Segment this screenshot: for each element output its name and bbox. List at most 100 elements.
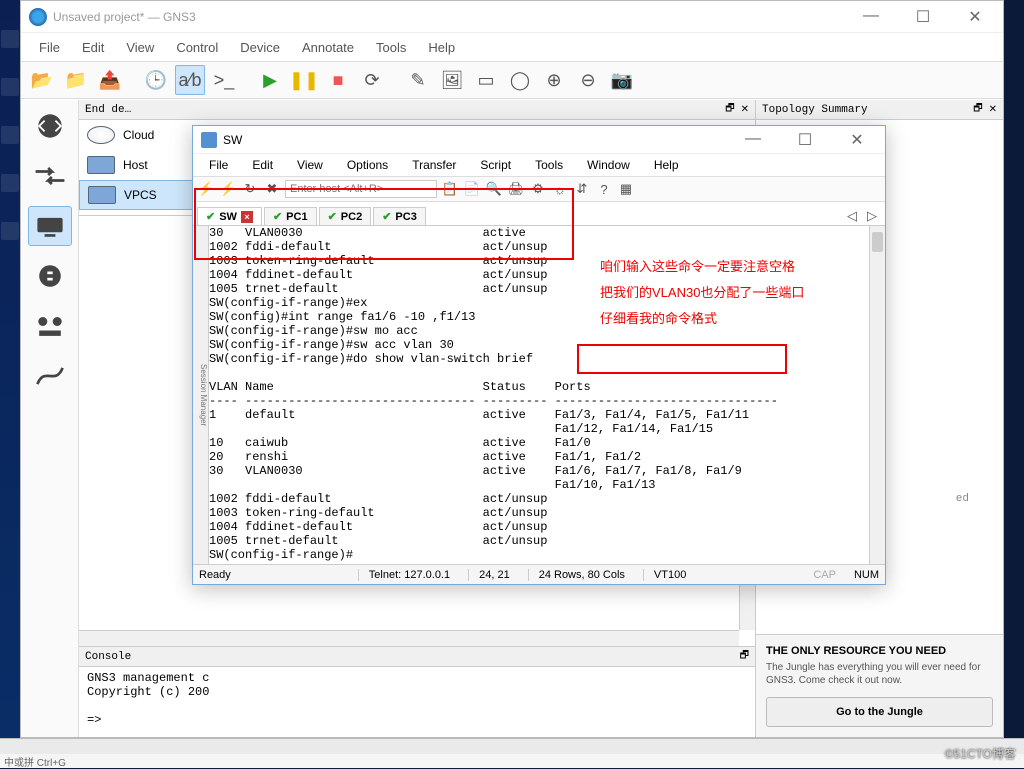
minimize-button[interactable]: —	[733, 130, 773, 150]
menu-annotate[interactable]: Annotate	[292, 36, 364, 59]
crt-menu-tools[interactable]: Tools	[525, 154, 573, 176]
all-devices-category-icon[interactable]	[28, 306, 72, 346]
menu-control[interactable]: Control	[166, 36, 228, 59]
ellipse-icon[interactable]: ◯	[505, 65, 535, 95]
console-title: Console	[85, 651, 131, 663]
devices-panel-title: End de…	[85, 104, 131, 116]
desktop-icon[interactable]	[1, 174, 19, 192]
terminal-vscrollbar[interactable]	[869, 226, 885, 564]
show-names-icon[interactable]: a⁄b	[175, 65, 205, 95]
topology-summary-title: Topology Summary	[762, 104, 868, 116]
close-button[interactable]: ✕	[955, 7, 995, 27]
maximize-button[interactable]: ☐	[903, 7, 943, 27]
pause-all-icon[interactable]: ❚❚	[289, 65, 319, 95]
device-category-dock	[21, 100, 79, 737]
menu-tools[interactable]: Tools	[366, 36, 416, 59]
connect-icon[interactable]: ⚡	[197, 180, 215, 198]
end-devices-category-icon[interactable]	[28, 206, 72, 246]
desktop-icon[interactable]	[1, 30, 19, 48]
maximize-button[interactable]: ☐	[785, 130, 825, 150]
tab-nav-left-icon[interactable]: ◁	[843, 207, 861, 225]
tab-close-icon[interactable]: ×	[241, 211, 253, 223]
reload-icon[interactable]: ⟳	[357, 65, 387, 95]
rect-icon[interactable]: ▭	[471, 65, 501, 95]
console-icon[interactable]: >_	[209, 65, 239, 95]
panel-undock-icon[interactable]: 🗗	[725, 101, 734, 118]
topology-summary-header[interactable]: Topology Summary 🗗 ✕	[756, 100, 1003, 120]
options-icon[interactable]: ☼	[551, 180, 569, 198]
new-project-icon[interactable]: 📁	[61, 65, 91, 95]
quick-connect-icon[interactable]: ⚡	[219, 180, 237, 198]
open-folder-icon[interactable]: 📂	[27, 65, 57, 95]
menu-view[interactable]: View	[116, 36, 164, 59]
menu-help[interactable]: Help	[418, 36, 465, 59]
help-icon[interactable]: ?	[595, 180, 613, 198]
panel-close-icon[interactable]: ✕	[741, 104, 749, 116]
snapshot-icon[interactable]: 🕒	[141, 65, 171, 95]
scrollbar-thumb[interactable]	[872, 232, 883, 252]
disconnect-icon[interactable]: ✖	[263, 180, 281, 198]
crt-titlebar[interactable]: SW — ☐ ✕	[193, 126, 885, 154]
link-tool-icon[interactable]	[28, 356, 72, 396]
canvas-hscrollbar[interactable]	[79, 630, 739, 646]
menu-edit[interactable]: Edit	[72, 36, 114, 59]
zoom-in-icon[interactable]: ⊕	[539, 65, 569, 95]
screenshot-icon[interactable]: 📷	[607, 65, 637, 95]
tab-nav-right-icon[interactable]: ▷	[863, 207, 881, 225]
zoom-out-icon[interactable]: ⊖	[573, 65, 603, 95]
crt-tabbar: ✔SW× ✔PC1 ✔PC2 ✔PC3 ◁ ▷	[193, 202, 885, 226]
start-all-icon[interactable]: ▶	[255, 65, 285, 95]
panel-undock-icon[interactable]: 🗗	[740, 648, 749, 665]
crt-app-icon	[201, 132, 217, 148]
reconnect-icon[interactable]: ↻	[241, 180, 259, 198]
crt-menu-view[interactable]: View	[287, 154, 333, 176]
tab-pc3[interactable]: ✔PC3	[373, 207, 426, 225]
tab-sw[interactable]: ✔SW×	[197, 207, 262, 225]
settings-icon[interactable]: ⚙	[529, 180, 547, 198]
devices-panel-header[interactable]: End de… 🗗 ✕	[79, 100, 755, 120]
ad-button[interactable]: Go to the Jungle	[766, 697, 993, 727]
image-icon[interactable]: 🖼	[437, 65, 467, 95]
note-icon[interactable]: ✎	[403, 65, 433, 95]
desktop-icon[interactable]	[1, 222, 19, 240]
find-icon[interactable]: 🔍	[485, 180, 503, 198]
about-icon[interactable]: ▦	[617, 180, 635, 198]
crt-toolbar: ⚡ ⚡ ↻ ✖ 📋 📄 🔍 🖨 ⚙ ☼ ⇵ ? ▦	[193, 176, 885, 202]
crt-menu-edit[interactable]: Edit	[242, 154, 283, 176]
host-input[interactable]	[285, 180, 437, 198]
crt-menu-transfer[interactable]: Transfer	[402, 154, 466, 176]
session-manager-strip[interactable]: Session Manager	[193, 226, 209, 564]
desktop-taskbar-strip	[0, 0, 20, 768]
panel-undock-icon[interactable]: 🗗	[973, 101, 982, 118]
gns3-titlebar[interactable]: Unsaved project* — GNS3 — ☐ ✕	[21, 1, 1003, 33]
crt-menu-script[interactable]: Script	[470, 154, 521, 176]
toggle-icon[interactable]: ⇵	[573, 180, 591, 198]
console-panel-header[interactable]: Console 🗗	[79, 647, 755, 667]
tab-pc2[interactable]: ✔PC2	[319, 207, 372, 225]
annotation-text-2: 把我们的VLAN30也分配了一些端口	[600, 282, 860, 304]
minimize-button[interactable]: —	[851, 7, 891, 27]
menu-file[interactable]: File	[29, 36, 70, 59]
desktop-icon[interactable]	[1, 78, 19, 96]
stop-all-icon[interactable]: ■	[323, 65, 353, 95]
crt-menu-help[interactable]: Help	[644, 154, 689, 176]
annotation-text-3: 仔细看我的命令格式	[600, 308, 860, 330]
close-button[interactable]: ✕	[837, 130, 877, 150]
crt-menu-options[interactable]: Options	[337, 154, 398, 176]
security-category-icon[interactable]	[28, 256, 72, 296]
print-icon[interactable]: 🖨	[507, 180, 525, 198]
copy-icon[interactable]: 📋	[441, 180, 459, 198]
crt-menu-file[interactable]: File	[199, 154, 238, 176]
save-icon[interactable]: 📤	[95, 65, 125, 95]
paste-icon[interactable]: 📄	[463, 180, 481, 198]
desktop-icon[interactable]	[1, 126, 19, 144]
tab-pc1[interactable]: ✔PC1	[264, 207, 317, 225]
routers-category-icon[interactable]	[28, 106, 72, 146]
crt-menu-window[interactable]: Window	[577, 154, 640, 176]
panel-close-icon[interactable]: ✕	[989, 104, 997, 116]
menu-device[interactable]: Device	[230, 36, 290, 59]
page-hscrollbar[interactable]	[0, 738, 1024, 754]
switches-category-icon[interactable]	[28, 156, 72, 196]
console-output[interactable]: GNS3 management c Copyright (c) 200 =>	[79, 667, 755, 731]
gns3-toolbar: 📂 📁 📤 🕒 a⁄b >_ ▶ ❚❚ ■ ⟳ ✎ 🖼 ▭ ◯ ⊕ ⊖ 📷	[21, 61, 1003, 99]
